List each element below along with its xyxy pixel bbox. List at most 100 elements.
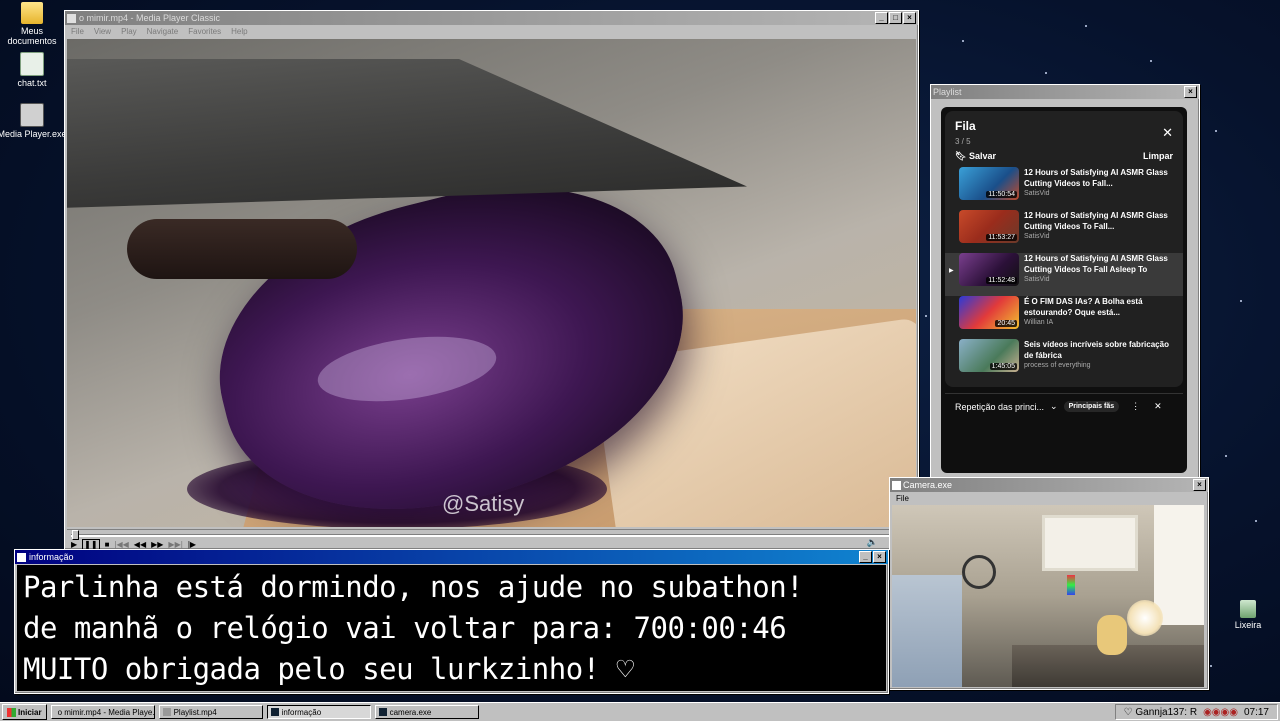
stop-icon[interactable]: ■ — [105, 540, 110, 549]
duration-badge: 20:45 — [995, 320, 1017, 327]
prev-icon[interactable]: |◀◀ — [114, 540, 128, 549]
video-title: 12 Hours of Satisfying AI ASMR Glass Cut… — [1024, 254, 1168, 274]
start-label: Iniciar — [18, 707, 42, 717]
taskbar-button-camera[interactable]: camera.exe — [374, 705, 479, 719]
window-title: Camera.exe — [903, 480, 953, 490]
list-item[interactable]: 11:53:27 12 Hours of Satisfying AI ASMR … — [945, 210, 1183, 253]
clear-button[interactable]: Limpar — [1143, 151, 1173, 162]
menu-file[interactable]: File — [896, 494, 909, 503]
desktop-icon-label: Meus documentos — [7, 26, 57, 46]
start-button[interactable]: Iniciar — [2, 704, 47, 720]
video-title: É O FIM DAS IAs? A Bolha está estourando… — [1024, 297, 1143, 317]
webcam-feed — [892, 505, 1204, 687]
taskbar-button-playlist[interactable]: Playlist.mp4 — [158, 705, 263, 719]
close-button[interactable]: × — [873, 551, 886, 563]
system-tray: ♡ Gannja137: R ◉◉◉◉ 07:17 — [1114, 704, 1278, 720]
youtube-queue-panel: Fila 3 / 5 ✕ 🔖︎ Salvar Limpar 11:50:54 1… — [941, 107, 1187, 473]
info-window[interactable]: informação _ × Parlinha está dormindo, n… — [14, 549, 889, 694]
desktop-icon-media-player[interactable]: Media Player.exe — [0, 103, 67, 139]
info-line: MUITO obrigada pelo seu lurkzinho! ♡ — [23, 652, 634, 686]
more-icon[interactable]: ⋮ — [1131, 401, 1140, 412]
app-icon — [378, 708, 387, 716]
duration-badge: 1:45:05 — [989, 363, 1017, 370]
tray-icons[interactable]: ◉◉◉◉ — [1203, 707, 1238, 718]
list-item[interactable]: 1:45:05 Seis vídeos incríveis sobre fabr… — [945, 339, 1183, 382]
playlist-titlebar[interactable]: Playlist × — [931, 85, 1199, 99]
taskbar-button-media-player[interactable]: o mimir.mp4 - Media Playe... — [50, 705, 155, 719]
channel-name: SatisVid — [1024, 233, 1050, 240]
camera-window[interactable]: Camera.exe × File — [889, 477, 1209, 690]
menu-help[interactable]: Help — [231, 27, 247, 36]
window-light — [1042, 515, 1138, 571]
menu-file[interactable]: File — [71, 27, 84, 36]
close-button[interactable]: × — [1184, 86, 1197, 98]
camera-app-icon — [892, 480, 901, 490]
window-title: o mimir.mp4 - Media Player Classic — [79, 13, 221, 23]
video-watermark: @Satisy — [442, 491, 525, 516]
folder-icon — [21, 2, 43, 24]
media-player-window[interactable]: o mimir.mp4 - Media Player Classic _ □ ×… — [64, 10, 919, 550]
desktop-icon-chat[interactable]: chat.txt — [0, 52, 67, 88]
camera-titlebar[interactable]: Camera.exe × — [890, 478, 1208, 492]
rgb-light — [1067, 575, 1075, 595]
next-icon[interactable]: ▶▶| — [168, 540, 182, 549]
knife-blade — [67, 59, 747, 209]
menu-bar: File — [890, 492, 1208, 504]
clock[interactable]: 07:17 — [1244, 707, 1269, 718]
minimize-button[interactable]: _ — [859, 551, 872, 563]
video-title: Seis vídeos incríveis sobre fabricação d… — [1024, 340, 1169, 360]
close-button[interactable]: × — [903, 12, 916, 24]
list-item[interactable]: 20:45 É O FIM DAS IAs? A Bolha está esto… — [945, 296, 1183, 339]
channel-name: SatisVid — [1024, 190, 1050, 197]
minimize-button[interactable]: _ — [875, 12, 888, 24]
playback-controls: ▶ ❚❚ ■ |◀◀ ◀◀ ▶▶ ▶▶| |▶ — [67, 538, 196, 550]
list-item-active[interactable]: ▶ 11:52:48 12 Hours of Satisfying AI ASM… — [945, 253, 1183, 296]
desk-lamp-glow — [1127, 600, 1163, 636]
app-icon — [270, 708, 279, 716]
media-player-titlebar[interactable]: o mimir.mp4 - Media Player Classic _ □ × — [65, 11, 918, 25]
play-icon[interactable]: ▶ — [71, 540, 77, 549]
seek-bar[interactable] — [67, 529, 916, 540]
playlist-source-bar[interactable]: Repetição das princi... ⌄ Principais fãs… — [945, 393, 1183, 419]
maximize-button[interactable]: □ — [889, 12, 902, 24]
queue-position: 3 / 5 — [955, 137, 971, 146]
taskbar-label: camera.exe — [389, 707, 432, 717]
media-player-icon — [20, 103, 44, 127]
chevron-down-icon[interactable]: ⌄ — [1050, 401, 1058, 412]
rewind-icon[interactable]: ◀◀ — [134, 540, 146, 549]
desktop-icon-documents[interactable]: Meus documentos — [0, 2, 67, 46]
duration-badge: 11:53:27 — [986, 234, 1017, 241]
video-thumbnail: 1:45:05 — [959, 339, 1019, 372]
duration-badge: 11:52:48 — [986, 277, 1017, 284]
desktop-icon-label: Lixeira — [1234, 620, 1262, 630]
frame-step-icon[interactable]: |▶ — [188, 540, 196, 549]
close-icon[interactable]: ✕ — [1154, 401, 1162, 412]
menu-navigate[interactable]: Navigate — [147, 27, 179, 36]
video-title: 12 Hours of Satisfying AI ASMR Glass Cut… — [1024, 211, 1168, 231]
close-icon[interactable]: ✕ — [1162, 125, 1173, 141]
bookmark-icon: 🔖︎ — [955, 151, 969, 161]
menu-view[interactable]: View — [94, 27, 111, 36]
info-titlebar[interactable]: informação _ × — [15, 550, 888, 564]
video-frame[interactable]: @Satisy — [67, 39, 916, 527]
info-line: Parlinha está dormindo, nos ajude no sub… — [23, 570, 804, 604]
queue-card: Fila 3 / 5 ✕ 🔖︎ Salvar Limpar 11:50:54 1… — [945, 111, 1183, 387]
menu-play[interactable]: Play — [121, 27, 137, 36]
channel-name: SatisVid — [1024, 276, 1050, 283]
taskbar-button-info[interactable]: informação — [266, 705, 371, 719]
desktop-icon-recycle-bin[interactable]: Lixeira — [1213, 600, 1280, 630]
playlist-window[interactable]: Playlist × Fila 3 / 5 ✕ 🔖︎ Salvar Limpar… — [930, 84, 1200, 480]
forward-icon[interactable]: ▶▶ — [151, 540, 163, 549]
top-fans-badge[interactable]: Principais fãs — [1063, 401, 1120, 412]
close-button[interactable]: × — [1193, 479, 1206, 491]
video-thumbnail: 11:53:27 — [959, 210, 1019, 243]
menu-favorites[interactable]: Favorites — [188, 27, 221, 36]
save-label: Salvar — [968, 151, 996, 161]
bed — [892, 575, 962, 687]
window-title: Playlist — [933, 87, 962, 97]
list-item[interactable]: 11:50:54 12 Hours of Satisfying AI ASMR … — [945, 167, 1183, 210]
playlist-source-label: Repetição das princi... — [955, 401, 1045, 412]
pause-icon[interactable]: ❚❚ — [82, 538, 100, 550]
save-button[interactable]: 🔖︎ Salvar — [955, 151, 996, 162]
volume-icon[interactable]: 🔈 — [867, 537, 878, 548]
